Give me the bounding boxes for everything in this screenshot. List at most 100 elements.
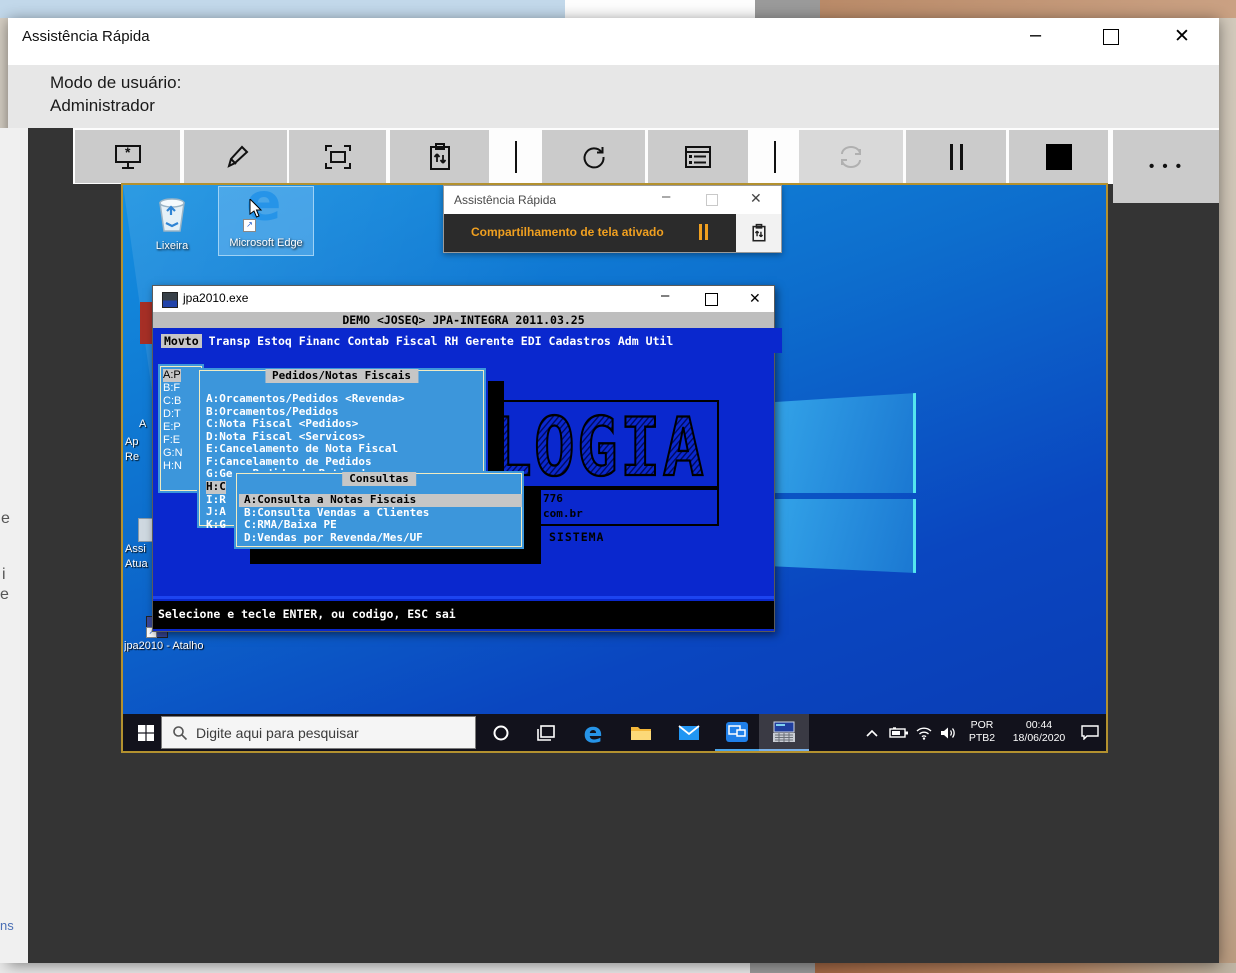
- mini-maximize-button[interactable]: [706, 194, 718, 206]
- mail-button[interactable]: [667, 714, 711, 751]
- menu-item[interactable]: B:F: [163, 382, 180, 395]
- tray-battery-button[interactable]: [885, 714, 913, 751]
- restart-button[interactable]: [542, 130, 645, 183]
- tray-wifi-button[interactable]: [911, 714, 937, 751]
- stop-icon: [1046, 144, 1072, 170]
- desktop-icon-edge[interactable]: e ↗ Microsoft Edge: [218, 186, 314, 256]
- menubar-item[interactable]: Adm: [618, 334, 639, 348]
- menu-item[interactable]: C:RMA/Baixa PE: [244, 519, 337, 532]
- monitor-asterisk-icon: *: [113, 143, 143, 171]
- maximize-button[interactable]: [1103, 29, 1119, 45]
- bg-bottom-left: [0, 963, 750, 973]
- ellipsis-icon: • • •: [1149, 158, 1183, 175]
- task-view-button[interactable]: [525, 714, 567, 751]
- mini-close-button[interactable]: ✕: [750, 190, 762, 207]
- qa-infobar: Modo de usuário: Administrador: [8, 65, 1219, 128]
- tray-volume-button[interactable]: [935, 714, 963, 751]
- fit-screen-icon: [323, 143, 353, 171]
- menubar-item[interactable]: Gerente: [465, 334, 513, 348]
- bg-top-strip-blue: [0, 0, 565, 18]
- menu-item[interactable]: D:Vendas por Revenda/Mes/UF: [244, 532, 423, 545]
- menu-item-partial[interactable]: H:C: [206, 481, 226, 494]
- dos-close-button[interactable]: ✕: [749, 290, 761, 307]
- dos-maximize-button[interactable]: [705, 293, 718, 306]
- language-region: PTB2: [963, 732, 1001, 745]
- jpa-shortcut-label: jpa2010 - Atalho: [124, 640, 236, 652]
- mini-clipboard-button[interactable]: [736, 214, 781, 252]
- instruction-channel-button[interactable]: [390, 130, 489, 183]
- clipboard-arrows-icon: [750, 223, 768, 243]
- user-mode-label: Modo de usuário:: [50, 73, 181, 93]
- close-button[interactable]: ✕: [1174, 25, 1190, 48]
- minimize-button[interactable]: –: [1030, 24, 1041, 47]
- more-button[interactable]: • • •: [1113, 130, 1219, 203]
- dos-app-taskbar-icon: [772, 721, 796, 743]
- menu-item[interactable]: G:N: [163, 447, 183, 460]
- action-center-button[interactable]: [1075, 714, 1105, 751]
- fit-screen-button[interactable]: [289, 130, 386, 183]
- cortana-button[interactable]: [481, 714, 521, 751]
- menu-item[interactable]: E:Cancelamento de Nota Fiscal: [206, 443, 398, 456]
- windows-logo-icon: [138, 725, 154, 741]
- menu-item[interactable]: C:B: [163, 395, 181, 408]
- menu-item[interactable]: C:Nota Fiscal <Pedidos>: [206, 418, 358, 431]
- menubar-item[interactable]: Cadastros: [549, 334, 611, 348]
- dos-main-area: LOGIA 776 com.br SISTEMA A:P: [153, 353, 774, 601]
- taskbar-search[interactable]: Digite aqui para pesquisar: [161, 716, 476, 749]
- menubar-item[interactable]: Transp: [209, 334, 251, 348]
- partial-icon-label: Ap: [125, 436, 152, 448]
- menubar-item-movto[interactable]: Movto: [161, 334, 202, 348]
- jpa-app-taskbar-button[interactable]: [759, 714, 809, 751]
- tray-date: 18/06/2020: [1003, 732, 1075, 745]
- mini-pause-icon[interactable]: [699, 224, 702, 240]
- desktop-icon-lixeira[interactable]: Lixeira: [133, 193, 211, 255]
- menu-item-partial[interactable]: K:G: [206, 519, 226, 532]
- menu-item[interactable]: H:N: [163, 460, 182, 473]
- menu-item[interactable]: D:T: [163, 408, 181, 421]
- dos-app-window: jpa2010.exe – ✕ DEMO <JOSEQ> JPA-INTEGRA…: [152, 285, 775, 632]
- bg-letter-fragment: e: [1, 510, 10, 528]
- stop-button[interactable]: [1009, 130, 1108, 183]
- menu-item[interactable]: F:E: [163, 434, 180, 447]
- tray-language[interactable]: POR PTB2: [963, 719, 1001, 745]
- taskbar-edge-button[interactable]: e: [571, 714, 615, 751]
- menubar-item[interactable]: Estoq: [257, 334, 292, 348]
- menu-shadow: [250, 548, 541, 564]
- user-mode-value: Administrador: [50, 96, 155, 116]
- mail-icon: [678, 724, 700, 742]
- start-button[interactable]: [131, 714, 161, 751]
- mini-minimize-button[interactable]: –: [662, 188, 670, 205]
- qa-window-title: Assistência Rápida: [22, 28, 150, 45]
- recycle-bin-icon: [152, 193, 192, 235]
- tray-clock[interactable]: 00:44 18/06/2020: [1003, 719, 1075, 745]
- menu-item-partial[interactable]: J:A: [206, 506, 226, 519]
- file-explorer-button[interactable]: [619, 714, 663, 751]
- menubar-item[interactable]: Contab: [347, 334, 389, 348]
- menubar-item[interactable]: Financ: [299, 334, 341, 348]
- refresh-button-disabled: [799, 130, 903, 183]
- menu-item-selected[interactable]: A:Consulta a Notas Fiscais: [239, 494, 522, 507]
- task-manager-button[interactable]: [648, 130, 748, 183]
- desktop-icon-label: Microsoft Edge: [219, 237, 313, 249]
- menubar-item[interactable]: Util: [646, 334, 674, 348]
- remote-screen: Lixeira e ↗ Microsoft Edge A Ap Re Assi …: [121, 183, 1108, 753]
- menubar-item[interactable]: Fiscal: [396, 334, 438, 348]
- mini-status-bar: Compartilhamento de tela ativado: [444, 214, 736, 252]
- dos-window-title: jpa2010.exe: [183, 291, 248, 305]
- select-monitor-button[interactable]: *: [75, 130, 180, 183]
- menubar-item[interactable]: EDI: [521, 334, 542, 348]
- tray-chevron-button[interactable]: [859, 714, 885, 751]
- quick-assist-taskbar-button[interactable]: [715, 714, 759, 751]
- dos-minimize-button[interactable]: –: [661, 287, 669, 304]
- partial-icon-red: [140, 302, 152, 344]
- search-placeholder: Digite aqui para pesquisar: [196, 725, 359, 741]
- menubar-item[interactable]: RH: [444, 334, 458, 348]
- sistema-label: SISTEMA: [549, 530, 604, 544]
- menu-item[interactable]: A:Orcamentos/Pedidos <Revenda>: [206, 393, 405, 406]
- annotate-button[interactable]: [184, 130, 287, 183]
- menu-item[interactable]: E:P: [163, 421, 181, 434]
- search-icon: [172, 725, 188, 741]
- menu-item[interactable]: A:P: [163, 369, 181, 382]
- consultas-menu: Consultas A:Consulta a Notas Fiscais B:C…: [234, 471, 524, 549]
- pause-button[interactable]: [906, 130, 1006, 183]
